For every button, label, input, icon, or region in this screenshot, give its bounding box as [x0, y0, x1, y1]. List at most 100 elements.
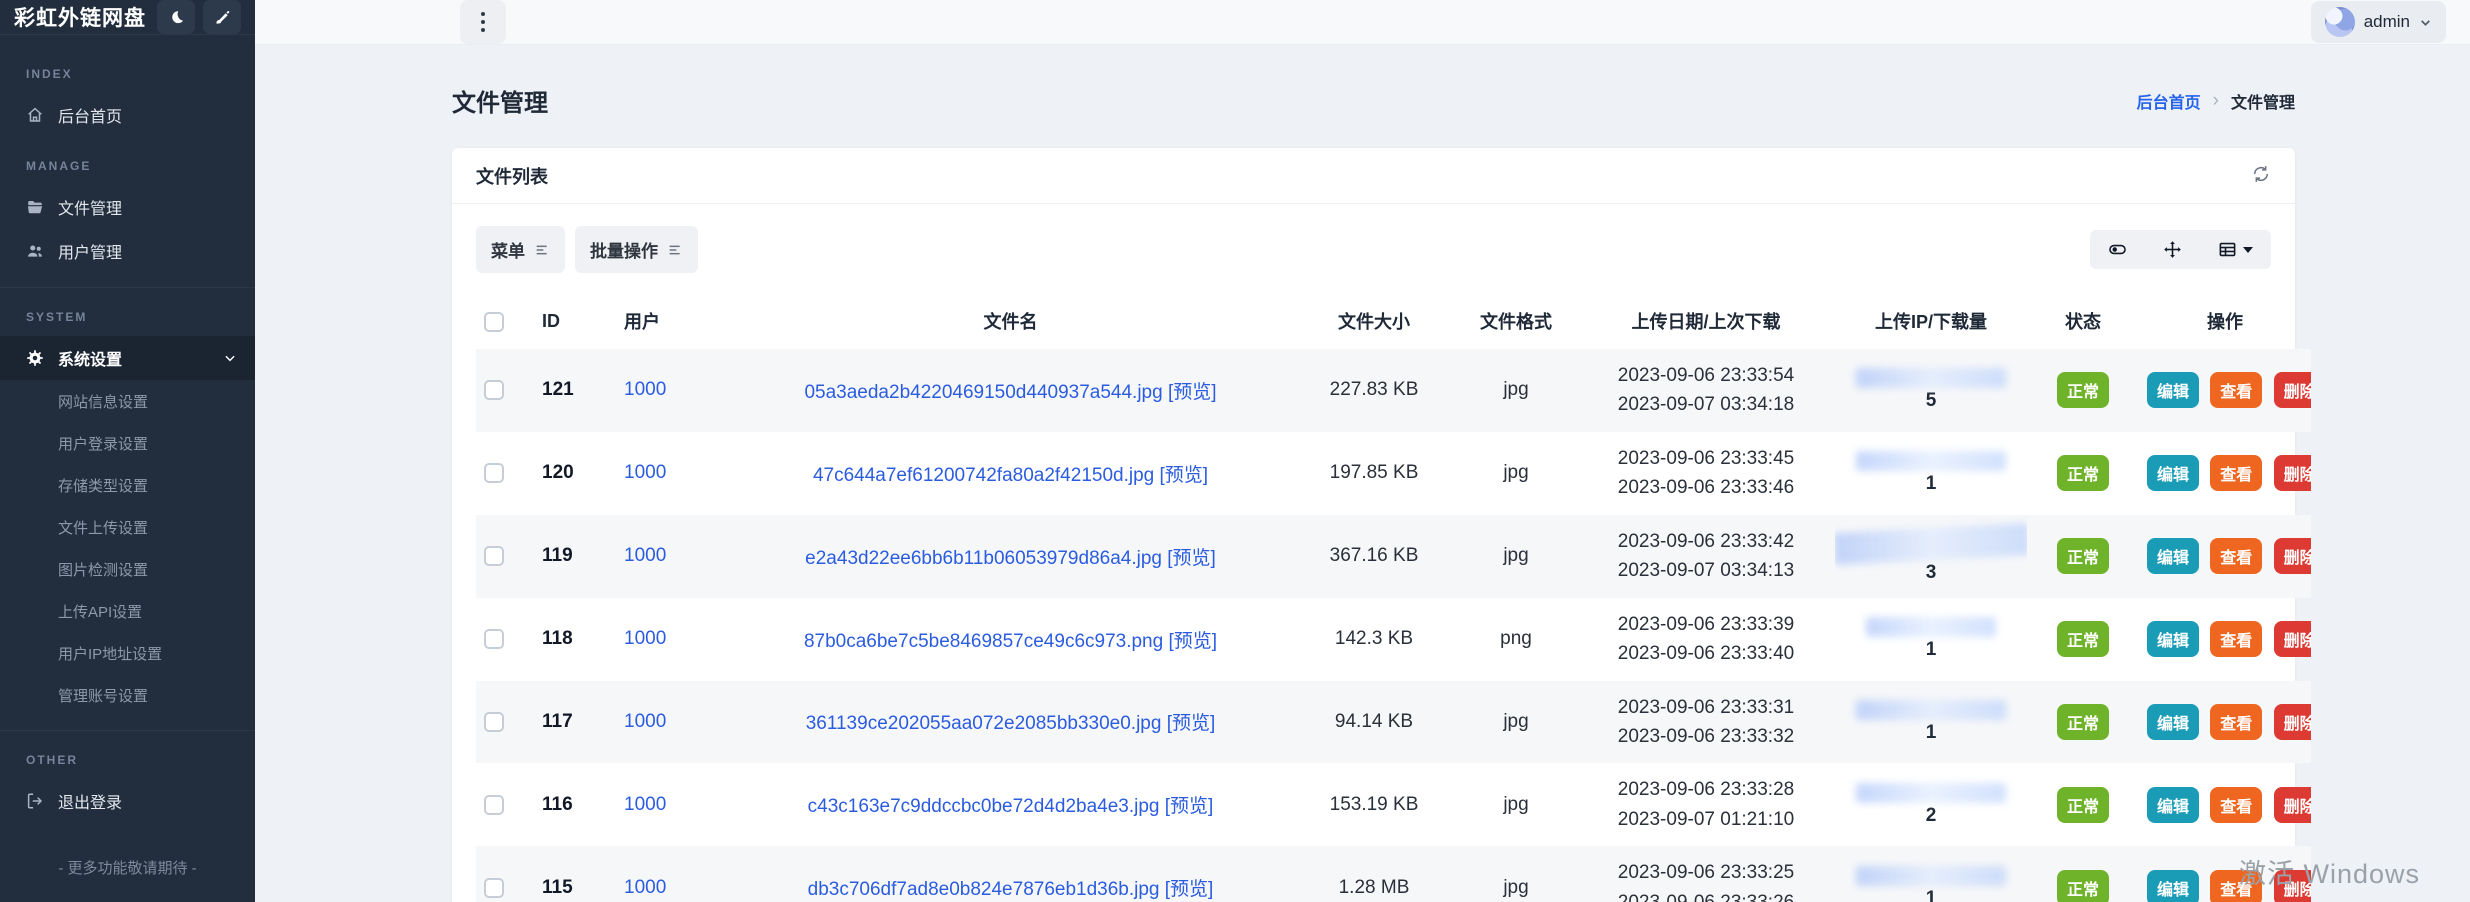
edit-button[interactable]: 编辑 [2147, 704, 2199, 740]
table-row: 120 1000 47c644a7ef61200742fa80a2f42150d… [476, 432, 2311, 515]
status-badge: 正常 [2057, 372, 2109, 408]
dark-mode-button[interactable] [157, 0, 195, 34]
table-row: 116 1000 c43c163e7c9ddccbc0be72d4d2ba4e3… [476, 763, 2311, 846]
file-format: jpg [1455, 681, 1577, 764]
refresh-button[interactable] [2251, 164, 2271, 187]
status-badge: 正常 [2057, 704, 2109, 740]
row-checkbox[interactable] [484, 463, 504, 483]
filename-link[interactable]: 05a3aeda2b4220469150d440937a544.jpg [804, 382, 1162, 403]
sidebar-item-logout[interactable]: 退出登录 [0, 779, 255, 823]
delete-button[interactable]: 删除 [2274, 621, 2311, 657]
file-id: 118 [534, 598, 616, 681]
row-checkbox[interactable] [484, 795, 504, 815]
theme-brush-button[interactable] [203, 0, 241, 34]
select-all-checkbox[interactable] [484, 312, 504, 332]
sidebar-item-system-settings[interactable]: 系统设置 [0, 336, 255, 380]
row-checkbox[interactable] [484, 629, 504, 649]
sidebar-subitem-user-ip[interactable]: 用户IP地址设置 [0, 632, 255, 674]
ip-blurred [1856, 866, 2006, 886]
delete-button[interactable]: 删除 [2274, 704, 2311, 740]
row-checkbox[interactable] [484, 878, 504, 898]
upload-date: 2023-09-06 23:33:54 [1585, 361, 1827, 390]
status-badge: 正常 [2057, 621, 2109, 657]
toggle-columns-button[interactable] [2090, 230, 2145, 269]
sidebar-subitem-file-upload[interactable]: 文件上传设置 [0, 506, 255, 548]
filename-link[interactable]: c43c163e7c9ddccbc0be72d4d2ba4e3.jpg [808, 796, 1160, 817]
edit-button[interactable]: 编辑 [2147, 455, 2199, 491]
sidebar-subitem-image-check[interactable]: 图片检测设置 [0, 548, 255, 590]
delete-button[interactable]: 删除 [2274, 538, 2311, 574]
preview-link[interactable]: [预览] [1168, 382, 1217, 403]
table-layout-button[interactable] [2200, 230, 2271, 269]
delete-button[interactable]: 删除 [2274, 455, 2311, 491]
user-link[interactable]: 1000 [624, 379, 666, 400]
upload-dates: 2023-09-06 23:33:25 2023-09-06 23:33:26 [1577, 846, 1835, 902]
user-link[interactable]: 1000 [624, 628, 666, 649]
preview-link[interactable]: [预览] [1160, 465, 1209, 486]
user-link[interactable]: 1000 [624, 545, 666, 566]
user-link[interactable]: 1000 [624, 877, 666, 898]
user-menu-button[interactable]: admin [2311, 1, 2446, 43]
view-button[interactable]: 查看 [2210, 455, 2262, 491]
card-title: 文件列表 [476, 163, 548, 189]
breadcrumb: 后台首页 › 文件管理 [2137, 89, 2295, 113]
row-checkbox[interactable] [484, 712, 504, 732]
menu-button[interactable]: 菜单 [476, 226, 565, 273]
sidebar-subitem-upload-api[interactable]: 上传API设置 [0, 590, 255, 632]
sidebar-subitem-storage-type[interactable]: 存储类型设置 [0, 464, 255, 506]
folder-icon [26, 198, 44, 216]
filename-link[interactable]: 87b0ca6be7c5be8469857ce49c6c973.png [804, 631, 1163, 652]
view-button[interactable]: 查看 [2210, 704, 2262, 740]
view-button[interactable]: 查看 [2210, 372, 2262, 408]
file-format: jpg [1455, 432, 1577, 515]
drag-reorder-button[interactable] [2145, 230, 2200, 269]
row-checkbox[interactable] [484, 380, 504, 400]
preview-link[interactable]: [预览] [1165, 796, 1214, 817]
file-size: 153.19 KB [1293, 763, 1455, 846]
last-download-date: 2023-09-07 03:34:18 [1585, 390, 1827, 419]
nav-section-system: SYSTEM [0, 287, 255, 716]
delete-button[interactable]: 删除 [2274, 787, 2311, 823]
user-link[interactable]: 1000 [624, 462, 666, 483]
delete-button[interactable]: 删除 [2274, 372, 2311, 408]
batch-actions-button[interactable]: 批量操作 [575, 226, 698, 273]
sidebar-subitem-admin-account[interactable]: 管理账号设置 [0, 674, 255, 716]
edit-button[interactable]: 编辑 [2147, 538, 2199, 574]
preview-link[interactable]: [预览] [1167, 548, 1216, 569]
nav-section-label: SYSTEM [0, 288, 255, 336]
upload-dates: 2023-09-06 23:33:45 2023-09-06 23:33:46 [1577, 432, 1835, 515]
ip-downloads-cell: 1 [1843, 617, 2019, 661]
filename-link[interactable]: 47c644a7ef61200742fa80a2f42150d.jpg [813, 465, 1154, 486]
preview-link[interactable]: [预览] [1165, 879, 1214, 900]
user-link[interactable]: 1000 [624, 711, 666, 732]
sidebar-item-user-manage[interactable]: 用户管理 [0, 229, 255, 273]
edit-button[interactable]: 编辑 [2147, 870, 2199, 902]
list-icon [667, 242, 683, 258]
more-options-button[interactable] [460, 0, 506, 44]
page-header: 文件管理 后台首页 › 文件管理 [452, 83, 2295, 118]
status-badge: 正常 [2057, 787, 2109, 823]
edit-button[interactable]: 编辑 [2147, 621, 2199, 657]
edit-button[interactable]: 编辑 [2147, 372, 2199, 408]
preview-link[interactable]: [预览] [1167, 713, 1216, 734]
sidebar-item-dashboard[interactable]: 后台首页 [0, 93, 255, 137]
view-button[interactable]: 查看 [2210, 621, 2262, 657]
view-button[interactable]: 查看 [2210, 538, 2262, 574]
sidebar-item-file-manage[interactable]: 文件管理 [0, 185, 255, 229]
sidebar-subitem-site-info[interactable]: 网站信息设置 [0, 380, 255, 422]
filename-link[interactable]: db3c706df7ad8e0b824e7876eb1d36b.jpg [808, 879, 1160, 900]
preview-link[interactable]: [预览] [1168, 631, 1217, 652]
system-settings-submenu: 网站信息设置 用户登录设置 存储类型设置 文件上传设置 图片检测设置 上传API… [0, 380, 255, 716]
last-download-date: 2023-09-07 01:21:10 [1585, 805, 1827, 834]
edit-button[interactable]: 编辑 [2147, 787, 2199, 823]
sidebar-item-label: 系统设置 [58, 346, 122, 370]
user-link[interactable]: 1000 [624, 794, 666, 815]
row-checkbox[interactable] [484, 546, 504, 566]
filename-link[interactable]: e2a43d22ee6bb6b11b06053979d86a4.jpg [805, 548, 1162, 569]
breadcrumb-home-link[interactable]: 后台首页 [2137, 89, 2201, 113]
sidebar-subitem-user-login[interactable]: 用户登录设置 [0, 422, 255, 464]
filename-link[interactable]: 361139ce202055aa072e2085bb330e0.jpg [806, 713, 1162, 734]
view-button[interactable]: 查看 [2210, 787, 2262, 823]
ip-blurred [1866, 617, 1996, 637]
toggle-icon [2108, 240, 2127, 259]
